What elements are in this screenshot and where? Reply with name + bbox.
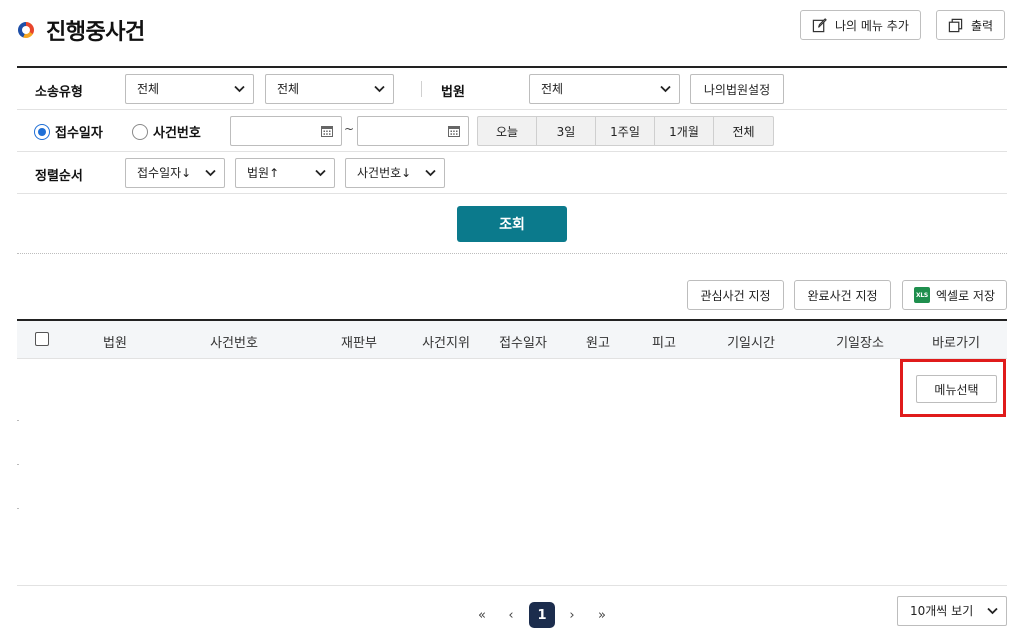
radio-checked-icon bbox=[34, 123, 50, 140]
date-to-input[interactable] bbox=[357, 116, 469, 146]
period-1month-button[interactable]: 1개월 bbox=[655, 117, 714, 145]
row-divider bbox=[17, 420, 19, 421]
interest-case-label: 관심사건 지정 bbox=[700, 288, 771, 303]
case-type-select-1-value: 전체 bbox=[137, 82, 160, 96]
per-page-select[interactable]: 10개씩 보기 bbox=[897, 596, 1007, 626]
excel-save-button[interactable]: XLS 엑셀로 저장 bbox=[902, 280, 1007, 310]
my-court-setting-button[interactable]: 나의법원설정 bbox=[690, 74, 784, 104]
excel-icon: XLS bbox=[913, 287, 930, 303]
divider bbox=[421, 81, 422, 97]
chevron-down-icon bbox=[205, 169, 216, 177]
sort-court-select[interactable]: 법원↑ bbox=[235, 158, 335, 188]
completed-case-label: 완료사건 지정 bbox=[807, 288, 878, 303]
interest-case-button[interactable]: 관심사건 지정 bbox=[687, 280, 784, 310]
case-type-select-1[interactable]: 전체 bbox=[125, 74, 254, 104]
date-from-input[interactable] bbox=[230, 116, 342, 146]
column-hearing-place: 기일장소 bbox=[836, 336, 884, 351]
case-type-label: 소송유형 bbox=[35, 85, 83, 100]
court-select-value: 전체 bbox=[541, 82, 564, 96]
completed-case-button[interactable]: 완료사건 지정 bbox=[794, 280, 891, 310]
edit-icon bbox=[812, 17, 827, 32]
prev-page-button[interactable]: ‹ bbox=[502, 603, 520, 627]
case-type-select-2-value: 전체 bbox=[277, 82, 300, 96]
period-1week-button[interactable]: 1주일 bbox=[596, 117, 655, 145]
court-select[interactable]: 전체 bbox=[529, 74, 680, 104]
excel-save-label: 엑셀로 저장 bbox=[935, 288, 995, 303]
my-menu-add-label: 나의 메뉴 추가 bbox=[835, 18, 909, 33]
radio-case-number[interactable]: 사건번호 bbox=[132, 122, 201, 141]
column-shortcut: 바로가기 bbox=[932, 336, 980, 351]
date-separator: ~ bbox=[344, 122, 355, 136]
table-header: 법원 사건번호 재판부 사건지위 접수일자 원고 피고 기일시간 기일장소 바로… bbox=[17, 321, 1007, 359]
period-all-button[interactable]: 전체 bbox=[714, 117, 773, 145]
column-received-date: 접수일자 bbox=[499, 336, 547, 351]
radio-received-date-label: 접수일자 bbox=[55, 126, 103, 141]
first-page-button[interactable]: « bbox=[471, 603, 493, 627]
page-header: 진행중사건 bbox=[18, 14, 145, 46]
query-row: 조회 bbox=[17, 194, 1007, 254]
per-page-value: 10개씩 보기 bbox=[910, 604, 974, 618]
court-label: 법원 bbox=[441, 85, 465, 100]
chevron-down-icon bbox=[234, 85, 245, 93]
sort-label: 정렬순서 bbox=[35, 169, 83, 184]
case-type-row: 소송유형 전체 전체 법원 전체 나의법원설정 bbox=[17, 68, 1007, 110]
column-case-status: 사건지위 bbox=[422, 336, 470, 351]
period-button-group: 오늘 3일 1주일 1개월 전체 bbox=[477, 116, 774, 146]
last-page-button[interactable]: » bbox=[591, 603, 613, 627]
row-divider bbox=[17, 508, 19, 509]
date-row: 접수일자 사건번호 ~ 오늘 3일 1주일 1개월 전체 bbox=[17, 110, 1007, 152]
logo-icon bbox=[18, 22, 34, 38]
my-court-setting-label: 나의법원설정 bbox=[703, 82, 771, 97]
print-button[interactable]: 출력 bbox=[936, 10, 1006, 40]
column-defendant: 피고 bbox=[652, 336, 676, 351]
chevron-down-icon bbox=[987, 607, 998, 615]
calendar-icon bbox=[448, 126, 460, 137]
sort-case-number-value: 사건번호↓ bbox=[357, 166, 412, 180]
print-icon bbox=[948, 18, 963, 32]
next-page-button[interactable]: › bbox=[563, 603, 581, 627]
chevron-down-icon bbox=[374, 85, 385, 93]
chevron-down-icon bbox=[425, 169, 436, 177]
sort-row: 정렬순서 접수일자↓ 법원↑ 사건번호↓ bbox=[17, 152, 1007, 194]
radio-unchecked-icon bbox=[132, 123, 148, 140]
case-type-select-2[interactable]: 전체 bbox=[265, 74, 394, 104]
sort-received-value: 접수일자↓ bbox=[137, 166, 192, 180]
row-divider bbox=[17, 464, 19, 465]
column-case-number: 사건번호 bbox=[210, 336, 258, 351]
radio-case-number-label: 사건번호 bbox=[153, 126, 201, 141]
sort-court-value: 법원↑ bbox=[247, 166, 280, 180]
page-1-button[interactable]: 1 bbox=[529, 602, 555, 628]
print-label: 출력 bbox=[971, 18, 994, 33]
column-hearing-time: 기일시간 bbox=[727, 336, 775, 351]
page-title: 진행중사건 bbox=[46, 20, 145, 45]
select-all-checkbox[interactable] bbox=[35, 332, 49, 346]
my-menu-add-button[interactable]: 나의 메뉴 추가 bbox=[800, 10, 921, 40]
column-court-division: 재판부 bbox=[341, 336, 377, 351]
highlight-box bbox=[900, 359, 1006, 417]
chevron-down-icon bbox=[315, 169, 326, 177]
case-table: 법원 사건번호 재판부 사건지위 접수일자 원고 피고 기일시간 기일장소 바로… bbox=[17, 319, 1007, 359]
sort-case-number-select[interactable]: 사건번호↓ bbox=[345, 158, 445, 188]
chevron-down-icon bbox=[660, 85, 671, 93]
period-today-button[interactable]: 오늘 bbox=[478, 117, 537, 145]
period-3days-button[interactable]: 3일 bbox=[537, 117, 596, 145]
sort-received-select[interactable]: 접수일자↓ bbox=[125, 158, 225, 188]
table-bottom-border bbox=[17, 585, 1007, 586]
search-form: 소송유형 전체 전체 법원 전체 나의법원설정 접수일자 사건번호 ~ 오늘 3… bbox=[17, 66, 1007, 254]
radio-received-date[interactable]: 접수일자 bbox=[34, 122, 103, 141]
column-court: 법원 bbox=[103, 336, 127, 351]
column-plaintiff: 원고 bbox=[586, 336, 610, 351]
query-button[interactable]: 조회 bbox=[457, 206, 567, 242]
calendar-icon bbox=[321, 126, 333, 137]
